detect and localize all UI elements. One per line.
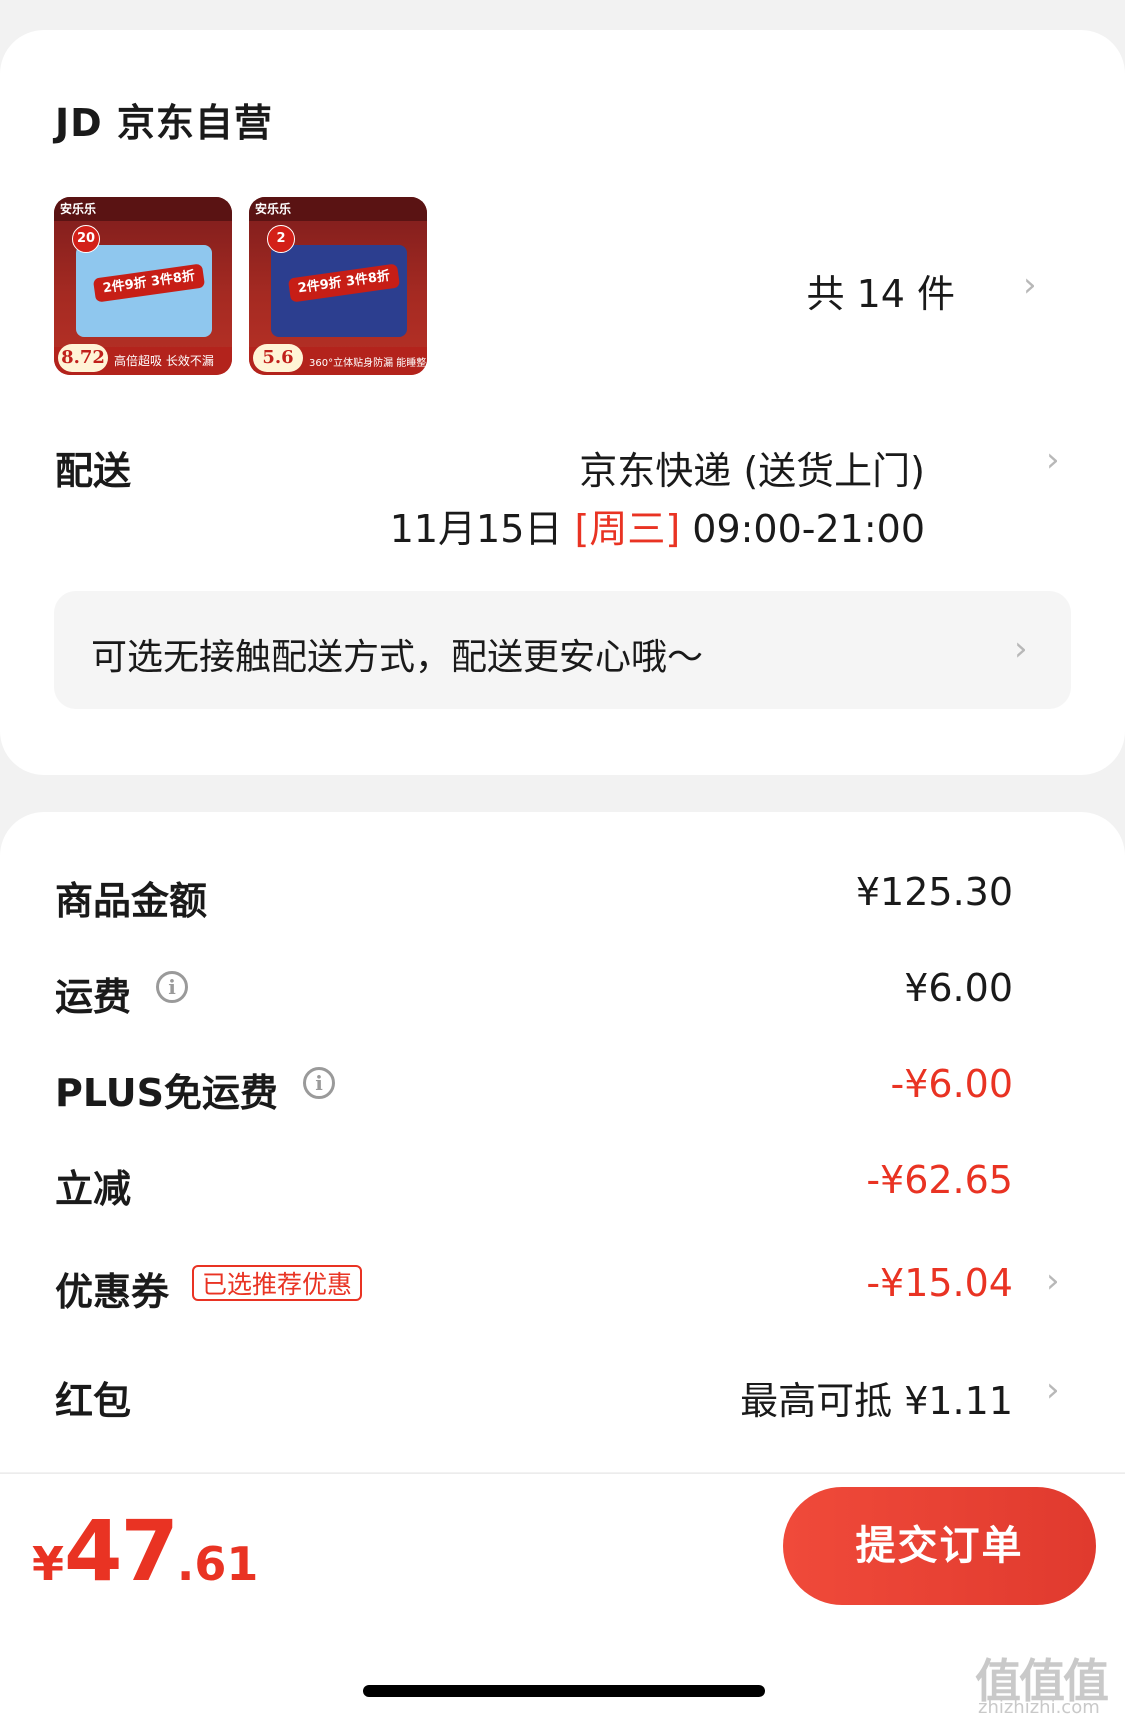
instant-discount-value: -¥62.65 [866,1158,1013,1202]
total-price: ¥47.61 [32,1502,258,1600]
product-thumbnail-1[interactable]: 安乐乐 20 2件9折 3件8折 8.72 高倍超吸 长效不漏 [54,197,232,375]
total-integer: 47 [64,1502,179,1600]
coupon-selected-tag: 已选推荐优惠 [192,1265,363,1301]
shop-name[interactable]: JD 京东自营 [55,92,273,147]
red-packet-label: 红包 [55,1379,132,1423]
shipping-fee-value: ¥6.00 [904,966,1013,1010]
currency-symbol: ¥ [32,1537,65,1591]
delivery-label: 配送 [55,449,132,493]
chevron-right-icon[interactable]: › [1046,440,1060,480]
total-decimal: .61 [176,1537,259,1591]
chevron-right-icon[interactable]: › [1046,1261,1060,1301]
delivery-date: 11月15日 [389,507,563,551]
goods-amount-label: 商品金额 [55,879,208,923]
product-thumbnail-2[interactable]: 安乐乐 2 2件9折 3件8折 5.6 360°立体贴身防漏 能睡整晚 [249,197,427,375]
delivery-time[interactable]: 11月15日 [周三] 09:00-21:00 [390,498,925,553]
thumb-slogan: 360°立体贴身防漏 能睡整晚 [309,358,427,369]
delivery-weekday: [周三] [574,507,681,551]
chevron-right-icon: › [1014,629,1028,669]
thumb-brand: 安乐乐 [255,202,292,216]
delivery-time-range: 09:00-21:00 [692,507,925,551]
thumb-brand: 安乐乐 [60,202,97,216]
chevron-right-icon[interactable]: › [1046,1370,1060,1410]
watermark-url: zhizhizhi.com [978,1697,1100,1718]
home-indicator[interactable] [363,1685,765,1697]
item-count[interactable]: 共 14 件 [806,263,955,318]
pack-count-badge: 2 [267,225,295,253]
red-packet-value[interactable]: 最高可抵 ¥1.11 [740,1370,1013,1425]
shipping-fee-label: 运费 [55,975,132,1019]
thumb-price-tag: 8.72 [58,344,108,372]
pack-count-badge: 20 [72,225,100,253]
info-icon[interactable]: i [303,1067,335,1099]
thumb-price-tag: 5.6 [253,344,303,372]
plus-free-shipping-value: -¥6.00 [890,1062,1014,1106]
home-indicator-area [0,1623,1125,1725]
instant-discount-label: 立减 [55,1167,132,1211]
contactless-delivery-option[interactable]: 可选无接触配送方式，配送更安心哦～ › [54,591,1071,709]
coupon-value[interactable]: -¥15.04 [866,1261,1013,1305]
submit-order-button[interactable]: 提交订单 [783,1487,1096,1605]
thumb-slogan: 高倍超吸 长效不漏 [114,354,214,368]
delivery-method[interactable]: 京东快递 (送货上门) [579,440,925,495]
info-icon[interactable]: i [156,971,188,1003]
plus-free-shipping-label: PLUS免运费 [55,1071,278,1115]
goods-amount-value: ¥125.30 [855,870,1013,914]
chevron-right-icon[interactable]: › [1023,265,1037,305]
contactless-text: 可选无接触配送方式，配送更安心哦～ [91,637,704,678]
coupon-label: 优惠券 [55,1270,170,1314]
